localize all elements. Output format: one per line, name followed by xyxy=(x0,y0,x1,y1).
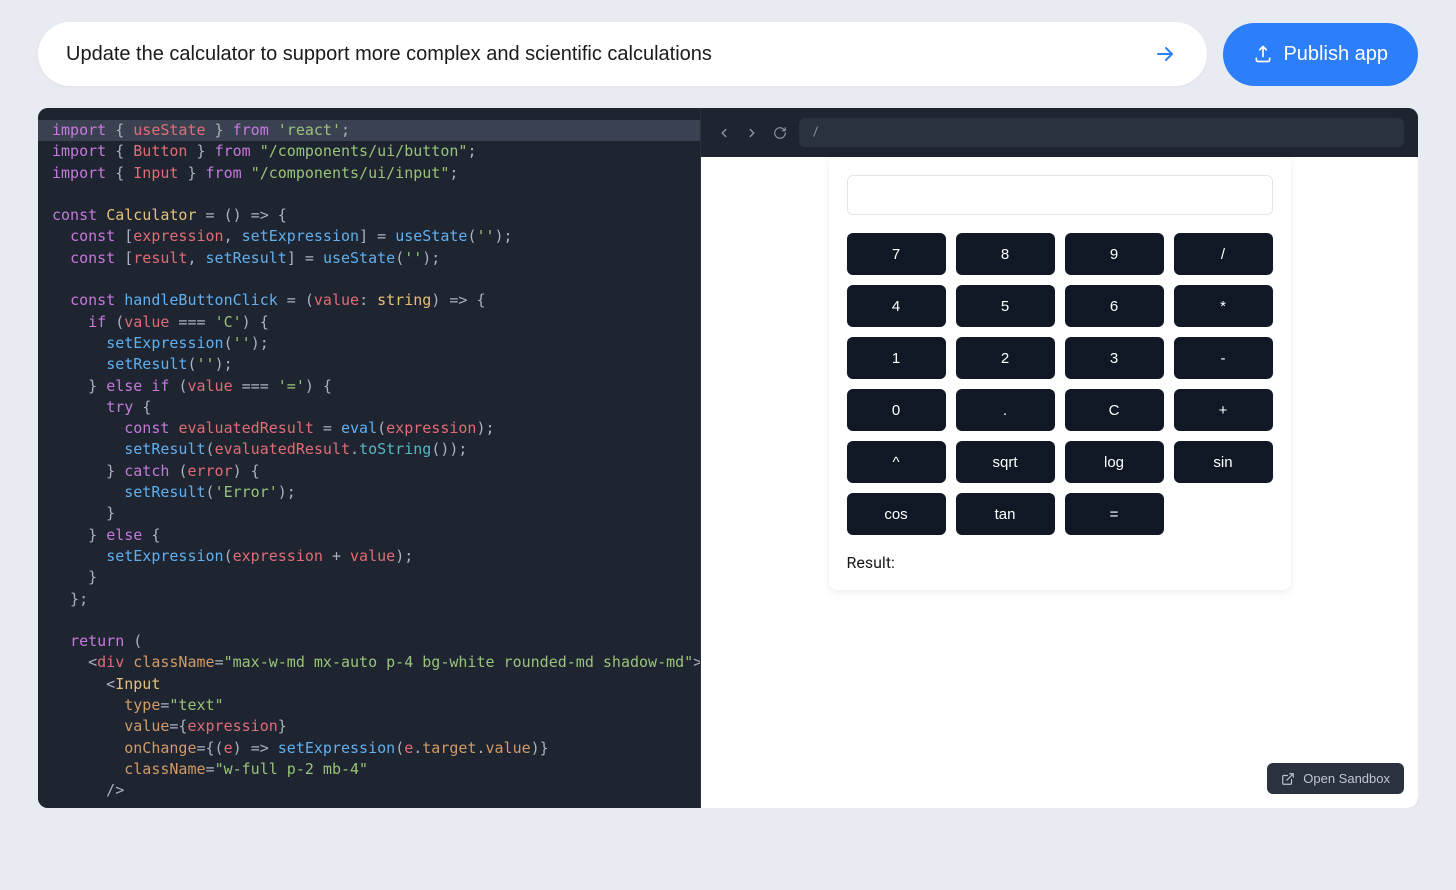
code-line: if (value === 'C') { xyxy=(38,312,700,333)
code-line: } xyxy=(38,503,700,524)
open-sandbox-button[interactable]: Open Sandbox xyxy=(1267,763,1404,794)
code-line: setResult(''); xyxy=(38,354,700,375)
calc-button-/[interactable]: / xyxy=(1174,233,1273,275)
code-line: } else if (value === '=') { xyxy=(38,376,700,397)
calc-button-2[interactable]: 2 xyxy=(956,337,1055,379)
calc-button--[interactable]: - xyxy=(1174,337,1273,379)
code-line: setResult('Error'); xyxy=(38,482,700,503)
calc-button-5[interactable]: 5 xyxy=(956,285,1055,327)
code-line: import { Button } from "/components/ui/b… xyxy=(38,141,700,162)
publish-label: Publish app xyxy=(1283,43,1388,66)
calc-button-grid: 789/ 456* 123- 0.C+ ^sqrtlogsin costan= xyxy=(847,233,1273,535)
url-bar[interactable]: / xyxy=(799,118,1404,147)
nav-refresh-button[interactable] xyxy=(771,124,789,142)
result-label: Result: xyxy=(847,553,1273,572)
code-line xyxy=(38,184,700,205)
calc-button-.[interactable]: . xyxy=(956,389,1055,431)
code-line: setResult(evaluatedResult.toString()); xyxy=(38,439,700,460)
code-line: const evaluatedResult = eval(expression)… xyxy=(38,418,700,439)
calc-button-C[interactable]: C xyxy=(1065,389,1164,431)
calc-button-+[interactable]: + xyxy=(1174,389,1273,431)
calc-display-input[interactable] xyxy=(847,175,1273,215)
code-line: onChange={(e) => setExpression(e.target.… xyxy=(38,738,700,759)
code-line: const [expression, setExpression] = useS… xyxy=(38,226,700,247)
code-line: }; xyxy=(38,589,700,610)
code-line: const handleButtonClick = (value: string… xyxy=(38,290,700,311)
code-line: type="text" xyxy=(38,695,700,716)
code-line xyxy=(38,610,700,631)
code-line: /> xyxy=(38,780,700,801)
external-link-icon xyxy=(1281,772,1295,786)
code-line: const [result, setResult] = useState('')… xyxy=(38,248,700,269)
code-editor-panel[interactable]: import { useState } from 'react';import … xyxy=(38,108,700,808)
calc-button-0[interactable]: 0 xyxy=(847,389,946,431)
publish-button[interactable]: Publish app xyxy=(1223,23,1418,86)
code-line: } catch (error) { xyxy=(38,461,700,482)
calc-button-6[interactable]: 6 xyxy=(1065,285,1164,327)
code-line: setExpression(''); xyxy=(38,333,700,354)
calc-button-9[interactable]: 9 xyxy=(1065,233,1164,275)
top-bar: Publish app xyxy=(0,0,1456,108)
calc-button-7[interactable]: 7 xyxy=(847,233,946,275)
calc-button-8[interactable]: 8 xyxy=(956,233,1055,275)
calc-button-=[interactable]: = xyxy=(1065,493,1164,535)
code-line: value={expression} xyxy=(38,716,700,737)
chevron-left-icon xyxy=(717,126,731,140)
code-line: const Calculator = () => { xyxy=(38,205,700,226)
calc-button-sqrt[interactable]: sqrt xyxy=(956,441,1055,483)
calc-button-*[interactable]: * xyxy=(1174,285,1273,327)
code-line: <Input xyxy=(38,674,700,695)
upload-icon xyxy=(1253,44,1273,64)
workspace: import { useState } from 'react';import … xyxy=(38,108,1418,808)
calc-button-^[interactable]: ^ xyxy=(847,441,946,483)
code-content: import { useState } from 'react';import … xyxy=(38,108,700,808)
calc-button-sin[interactable]: sin xyxy=(1174,441,1273,483)
code-line: try { xyxy=(38,397,700,418)
preview-toolbar: / xyxy=(701,108,1418,157)
calc-button-tan[interactable]: tan xyxy=(956,493,1055,535)
code-line: import { useState } from 'react'; xyxy=(38,120,700,141)
code-line: } else { xyxy=(38,525,700,546)
calc-button-cos[interactable]: cos xyxy=(847,493,946,535)
calculator-app: 789/ 456* 123- 0.C+ ^sqrtlogsin costan= Resul… xyxy=(829,157,1291,590)
calc-button-4[interactable]: 4 xyxy=(847,285,946,327)
nav-forward-button[interactable] xyxy=(743,124,761,142)
open-sandbox-label: Open Sandbox xyxy=(1303,771,1390,786)
code-line: setExpression(expression + value); xyxy=(38,546,700,567)
code-line: <div className="max-w-md mx-auto p-4 bg-… xyxy=(38,652,700,673)
code-line: } xyxy=(38,567,700,588)
submit-arrow-button[interactable] xyxy=(1151,40,1179,68)
chevron-right-icon xyxy=(745,126,759,140)
code-line xyxy=(38,269,700,290)
refresh-icon xyxy=(773,126,787,140)
prompt-input[interactable] xyxy=(66,43,1151,66)
code-line: import { Input } from "/components/ui/in… xyxy=(38,163,700,184)
preview-content: 789/ 456* 123- 0.C+ ^sqrtlogsin costan= Resul… xyxy=(701,157,1418,808)
preview-panel: / 789/456*123-0.C+^sqrtlogsincostan= Res… xyxy=(700,108,1418,808)
code-line: className="w-full p-2 mb-4" xyxy=(38,759,700,780)
calc-button-log[interactable]: log xyxy=(1065,441,1164,483)
arrow-right-icon xyxy=(1153,42,1177,66)
prompt-input-wrapper xyxy=(38,22,1207,86)
code-line: return ( xyxy=(38,631,700,652)
calc-button-3[interactable]: 3 xyxy=(1065,337,1164,379)
calc-button-1[interactable]: 1 xyxy=(847,337,946,379)
nav-back-button[interactable] xyxy=(715,124,733,142)
